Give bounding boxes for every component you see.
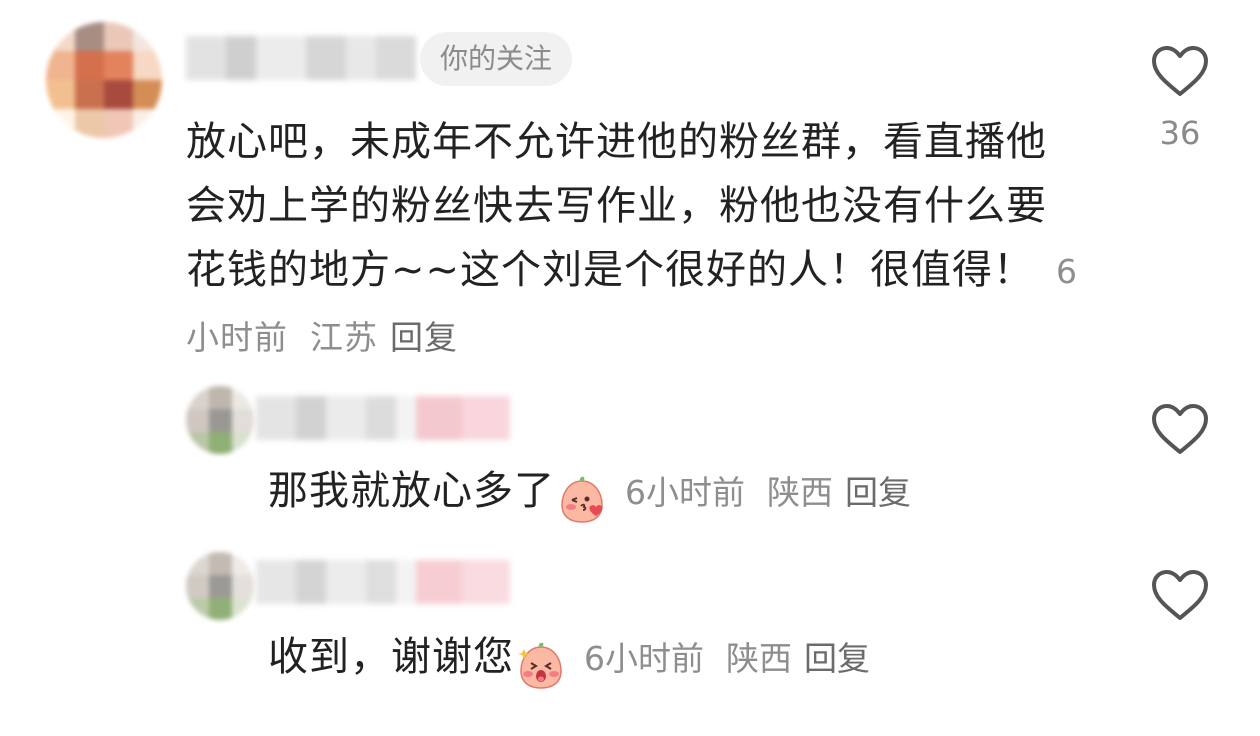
reply-button[interactable]: 回复 bbox=[390, 318, 458, 357]
reply-time: 6小时前 bbox=[625, 473, 745, 512]
comment-location: 江苏 bbox=[310, 318, 378, 357]
username[interactable] bbox=[186, 36, 416, 80]
reply-avatar[interactable] bbox=[186, 552, 254, 620]
reply-username[interactable] bbox=[256, 560, 510, 604]
like-button[interactable] bbox=[1150, 568, 1210, 626]
comment-text: 放心吧，未成年不允许进他的粉丝群，看直播他会劝上学的粉丝快去写作业，粉他也没有什… bbox=[186, 119, 1047, 293]
like-count: 36 bbox=[1159, 114, 1201, 152]
reply-row: 那我就放心多了 6小时前 陕西 回复 bbox=[268, 462, 911, 528]
reply-row: 收到，谢谢您 6小时前 陕西 回复 bbox=[268, 628, 870, 694]
comment-body: 放心吧，未成年不允许进他的粉丝群，看直播他会劝上学的粉丝快去写作业，粉他也没有什… bbox=[186, 110, 1086, 370]
reply-location: 陕西 bbox=[726, 639, 792, 678]
heart-outline-icon bbox=[1152, 404, 1208, 454]
reply-username[interactable] bbox=[256, 396, 510, 440]
reply-avatar[interactable] bbox=[186, 386, 254, 454]
reply-location: 陕西 bbox=[767, 473, 833, 512]
following-badge: 你的关注 bbox=[420, 32, 573, 86]
like-button[interactable] bbox=[1150, 402, 1210, 460]
reply-text: 那我就放心多了 bbox=[268, 468, 555, 514]
reply-button[interactable]: 回复 bbox=[804, 639, 870, 678]
like-button[interactable] bbox=[1150, 44, 1210, 102]
reply-text: 收到，谢谢您 bbox=[268, 634, 514, 680]
reply-meta: 6小时前 陕西 回复 bbox=[611, 473, 911, 512]
heart-outline-icon bbox=[1152, 46, 1208, 96]
blush-kiss-emoji bbox=[561, 476, 603, 523]
reply-button[interactable]: 回复 bbox=[845, 473, 911, 512]
avatar[interactable] bbox=[46, 22, 162, 138]
reply-meta: 6小时前 陕西 回复 bbox=[570, 639, 870, 678]
reply-time: 6小时前 bbox=[584, 639, 704, 678]
heart-outline-icon bbox=[1152, 570, 1208, 620]
excited-emoji bbox=[518, 642, 562, 689]
